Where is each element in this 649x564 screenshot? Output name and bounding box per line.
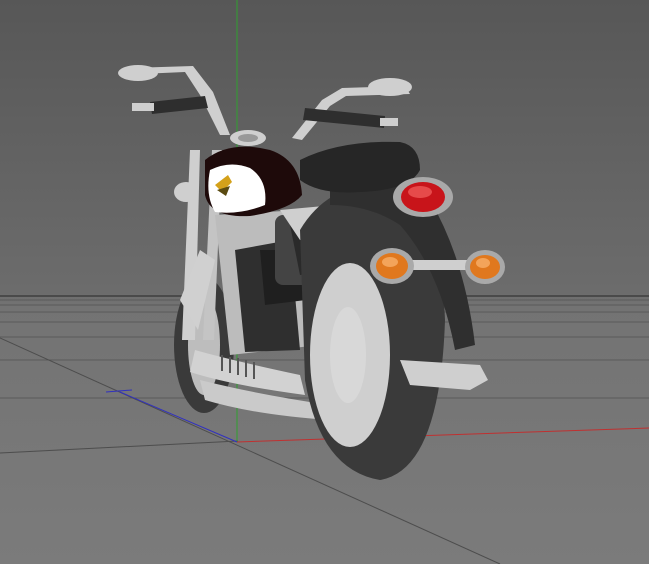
turn-signal-left xyxy=(370,248,414,284)
handlebar xyxy=(118,65,412,140)
scene-canvas xyxy=(0,0,649,564)
tail-light xyxy=(393,177,453,217)
x-axis-line xyxy=(236,427,649,443)
fuel-tank xyxy=(205,130,302,217)
3d-viewport[interactable] xyxy=(0,0,649,564)
turn-signal-right xyxy=(465,250,505,284)
